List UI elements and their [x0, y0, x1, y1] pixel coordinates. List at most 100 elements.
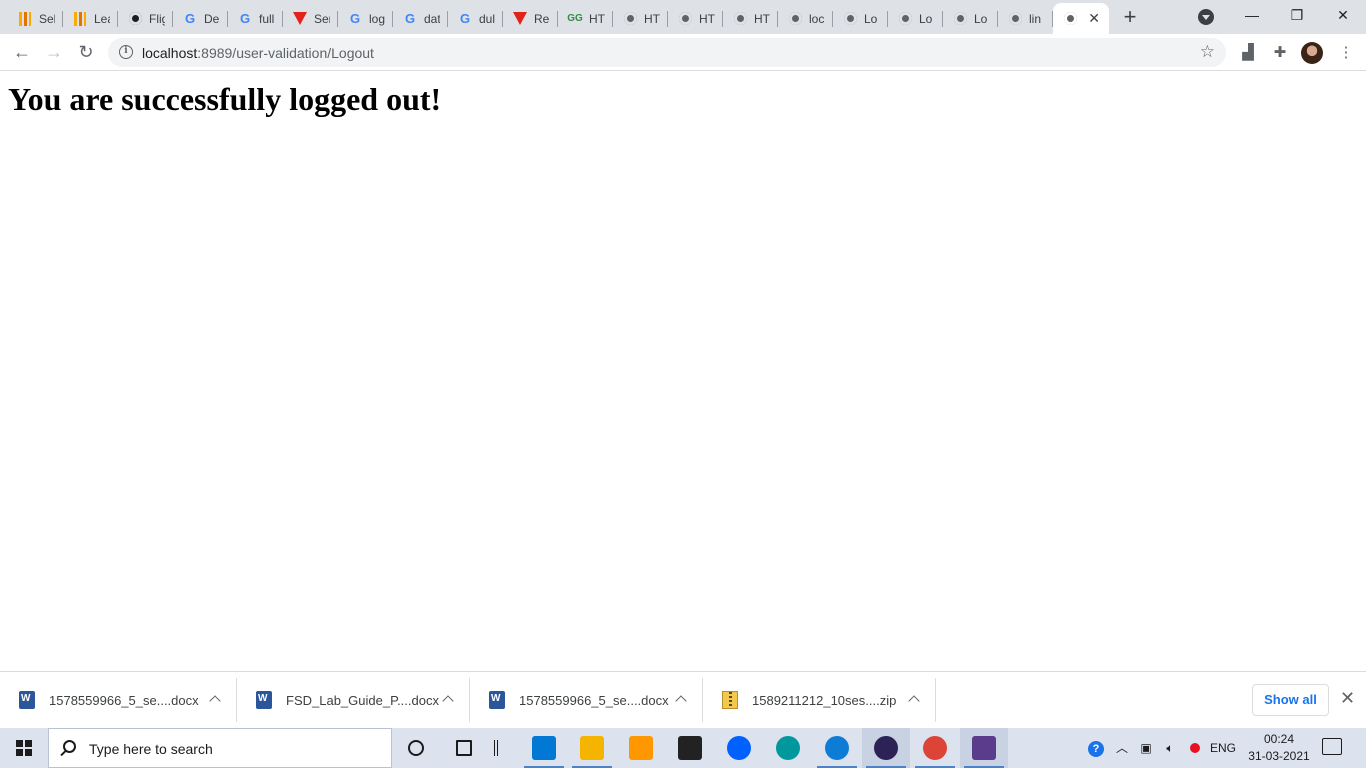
- cortana-taskbar-button[interactable]: [392, 728, 440, 768]
- profile-avatar[interactable]: [1301, 42, 1323, 64]
- download-filename: 1578559966_5_se....docx: [519, 692, 669, 708]
- window-close-button[interactable]: ✕: [1320, 4, 1366, 28]
- help-icon[interactable]: ?: [1084, 728, 1108, 768]
- globe-icon: [1007, 11, 1023, 27]
- menu-kebab-icon[interactable]: ⋮: [1336, 43, 1356, 63]
- active-tab[interactable]: ✕: [1053, 3, 1109, 34]
- tab-title: dul: [479, 11, 495, 26]
- minimize-button[interactable]: —: [1229, 4, 1275, 28]
- search-placeholder: Type here to search: [89, 741, 213, 757]
- google-icon: G: [459, 11, 471, 26]
- mail-taskbar-button[interactable]: [520, 728, 568, 768]
- logout-heading: You are successfully logged out!: [8, 81, 442, 117]
- chevron-up-icon[interactable]: [208, 692, 222, 706]
- new-tab-button[interactable]: +: [1117, 5, 1143, 31]
- back-button[interactable]: ←: [10, 41, 34, 65]
- tab[interactable]: lin: [998, 3, 1053, 34]
- notifications-icon[interactable]: [1322, 738, 1342, 755]
- performance-icon[interactable]: ▟: [1238, 43, 1258, 63]
- arduino-taskbar-button[interactable]: [764, 728, 812, 768]
- tab-list: SelLeaFligGDeGfullSerGlogGdatGdulReaGGHT…: [8, 3, 1109, 34]
- language-indicator[interactable]: ENG: [1208, 728, 1238, 768]
- dropbox-taskbar-button[interactable]: [715, 728, 763, 768]
- tab[interactable]: Lo: [888, 3, 943, 34]
- sublime-text-icon: [629, 736, 653, 760]
- download-item[interactable]: 1578559966_5_se....docx: [470, 678, 703, 722]
- address-bar[interactable]: i localhost:8989/user-validation/Logout …: [108, 38, 1226, 67]
- close-shelf-icon[interactable]: ✕: [1340, 688, 1355, 709]
- tab[interactable]: HT: [668, 3, 723, 34]
- tab[interactable]: HT: [723, 3, 778, 34]
- meet-now-icon[interactable]: ▣: [1136, 728, 1156, 768]
- download-filename: 1578559966_5_se....docx: [49, 692, 199, 708]
- tab-title: lin: [1029, 11, 1042, 26]
- download-item[interactable]: 1578559966_5_se....docx: [0, 678, 237, 722]
- url-path: :8989/user-validation/Logout: [197, 45, 374, 61]
- tab-title: HT: [754, 11, 770, 26]
- mail-icon: [532, 736, 556, 760]
- forward-button[interactable]: →: [42, 41, 66, 65]
- extensions-puzzle-icon[interactable]: ✚: [1270, 43, 1290, 63]
- geeksforgeeks-icon: GG: [567, 13, 583, 24]
- download-item[interactable]: 1589211212_10ses....zip: [703, 678, 936, 722]
- tab[interactable]: G De: [173, 3, 228, 34]
- file-explorer-icon: [580, 736, 604, 760]
- tab-title: full: [259, 11, 275, 26]
- chrome-taskbar-button[interactable]: [911, 728, 959, 768]
- edge-taskbar-button[interactable]: [813, 728, 861, 768]
- start-button[interactable]: [0, 728, 48, 768]
- restore-button[interactable]: ❐: [1274, 4, 1320, 28]
- task-view-icon: [456, 740, 472, 756]
- tab-strip: SelLeaFligGDeGfullSerGlogGdatGdulReaGGHT…: [0, 0, 1366, 34]
- volume-icon[interactable]: 🔈︎: [1160, 728, 1180, 768]
- tab[interactable]: Gdul: [448, 3, 503, 34]
- divider-taskbar-button[interactable]: [474, 728, 522, 768]
- tab-title: Rea: [534, 11, 550, 26]
- show-hidden-icons-chevron-icon[interactable]: ︿: [1112, 728, 1132, 768]
- store-taskbar-button[interactable]: [666, 728, 714, 768]
- tab[interactable]: Glog: [338, 3, 393, 34]
- tab-search-icon[interactable]: [1198, 9, 1214, 25]
- tab[interactable]: loc: [778, 3, 833, 34]
- tab[interactable]: Lea: [63, 3, 118, 34]
- site-info-icon[interactable]: i: [119, 45, 133, 59]
- taskbar-search-box[interactable]: Type here to search: [48, 728, 392, 768]
- tab[interactable]: Lo: [943, 3, 998, 34]
- tab-title: Flig: [149, 11, 165, 26]
- app-taskbar-button[interactable]: [960, 728, 1008, 768]
- tab[interactable]: Ser: [283, 3, 338, 34]
- tab[interactable]: Sel: [8, 3, 63, 34]
- sublime-text-taskbar-button[interactable]: [617, 728, 665, 768]
- tab[interactable]: Gdat: [393, 3, 448, 34]
- google-icon: G: [184, 11, 196, 26]
- tab-title: HT: [589, 11, 605, 26]
- globe-icon: [677, 11, 693, 27]
- tab-title: HT: [699, 11, 715, 26]
- google-icon: G: [239, 11, 251, 26]
- tab[interactable]: Rea: [503, 3, 558, 34]
- tab[interactable]: Gfull: [228, 3, 283, 34]
- url-text[interactable]: localhost:8989/user-validation/Logout: [142, 45, 374, 61]
- clock[interactable]: 00:24 31-03-2021: [1244, 731, 1314, 765]
- eclipse-taskbar-button[interactable]: [862, 728, 910, 768]
- chevron-up-icon[interactable]: [674, 692, 688, 706]
- chrome-icon: [923, 736, 947, 760]
- arduino-icon: [776, 736, 800, 760]
- windows-taskbar: Type here to search ? ︿ ▣ 🔈︎ ENG 00:24 3…: [0, 728, 1366, 768]
- tab-title: HT: [644, 11, 660, 26]
- download-item[interactable]: FSD_Lab_Guide_P....docx: [237, 678, 470, 722]
- close-tab-icon[interactable]: ✕: [1088, 10, 1100, 27]
- network-disconnected-icon[interactable]: [1184, 728, 1206, 768]
- show-all-downloads-button[interactable]: Show all: [1252, 684, 1329, 716]
- tab[interactable]: HT: [613, 3, 668, 34]
- chevron-up-icon[interactable]: [441, 692, 455, 706]
- file-explorer-taskbar-button[interactable]: [568, 728, 616, 768]
- store-icon: [678, 736, 702, 760]
- reload-button[interactable]: ↻: [74, 41, 98, 65]
- chevron-up-icon[interactable]: [907, 692, 921, 706]
- tab[interactable]: Flig: [118, 3, 173, 34]
- bookmark-star-icon[interactable]: ☆: [1200, 42, 1215, 62]
- analytics-icon: [72, 11, 88, 27]
- tab[interactable]: GG HT: [558, 3, 613, 34]
- tab[interactable]: Lo: [833, 3, 888, 34]
